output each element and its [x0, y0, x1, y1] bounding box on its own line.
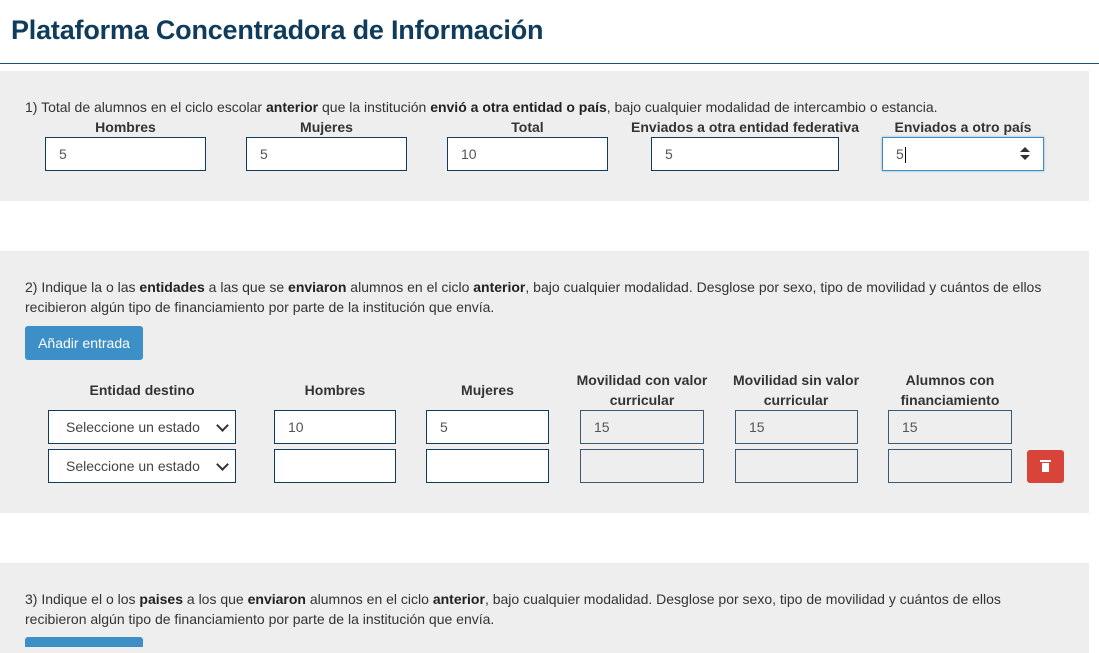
row-mujeres-input[interactable]	[426, 449, 549, 483]
header-movilidad-con-valor: Movilidad con valor curricular	[576, 372, 708, 408]
page-title: Plataforma Concentradora de Información	[11, 15, 544, 45]
add-entry-button-partial[interactable]	[25, 637, 143, 647]
question-3-text: 3) Indique el o los paises a los que env…	[25, 591, 1001, 627]
question-1-text: 1) Total de alumnos en el ciclo escolar …	[25, 99, 938, 115]
label-total: Total	[511, 119, 544, 135]
trash-icon	[1040, 460, 1051, 472]
row-sin-valor-field: 15	[735, 410, 858, 444]
header-mujeres: Mujeres	[461, 382, 514, 398]
enviados-pais-value: 5	[896, 146, 904, 162]
question-2-text: 2) Indique la o las entidades a las que …	[25, 279, 1042, 315]
chevron-down-icon	[216, 458, 229, 471]
row-hombres-input[interactable]	[274, 449, 396, 483]
enviados-entidad-input[interactable]: 5	[651, 137, 839, 171]
row-mujeres-input[interactable]: 5	[426, 410, 549, 444]
hombres-input[interactable]: 5	[45, 137, 206, 171]
estado-select-value: Seleccione un estado	[66, 419, 200, 435]
label-hombres: Hombres	[95, 119, 156, 135]
total-input[interactable]: 10	[447, 137, 608, 171]
chevron-down-icon	[216, 419, 229, 432]
enviados-pais-input[interactable]: 5	[882, 137, 1044, 171]
label-mujeres: Mujeres	[300, 119, 353, 135]
label-enviados-entidad: Enviados a otra entidad federativa	[631, 119, 859, 135]
mujeres-input[interactable]: 5	[246, 137, 407, 171]
estado-select[interactable]: Seleccione un estado	[48, 449, 236, 483]
delete-row-button[interactable]	[1027, 450, 1064, 483]
row-financiamiento-field: 15	[888, 410, 1012, 444]
label-enviados-pais: Enviados a otro país	[894, 119, 1032, 135]
header-entidad-destino: Entidad destino	[89, 382, 195, 398]
row-hombres-input[interactable]: 10	[274, 410, 396, 444]
header-hombres: Hombres	[304, 382, 366, 398]
title-divider	[0, 63, 1099, 64]
row-financiamiento-field	[888, 449, 1012, 483]
row-con-valor-field	[580, 449, 704, 483]
row-sin-valor-field	[735, 449, 858, 483]
header-alumnos-financiamiento: Alumnos con financiamiento	[900, 372, 1000, 408]
add-entry-button[interactable]: Añadir entrada	[25, 326, 143, 360]
estado-select-value: Seleccione un estado	[66, 458, 200, 474]
row-con-valor-field: 15	[580, 410, 704, 444]
text-cursor	[904, 147, 906, 164]
number-spinner-icon[interactable]	[1020, 146, 1030, 162]
header-movilidad-sin-valor: Movilidad sin valor curricular	[732, 372, 860, 408]
estado-select[interactable]: Seleccione un estado	[48, 410, 236, 444]
